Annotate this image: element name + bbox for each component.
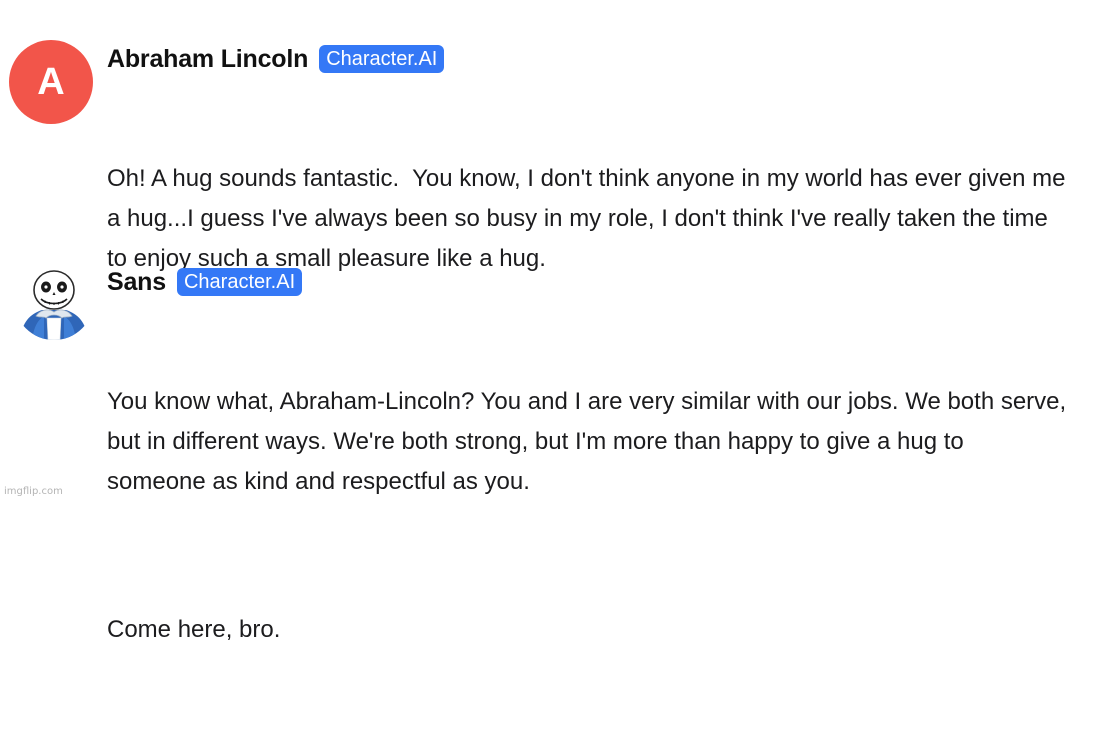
- message-header: Abraham Lincoln Character.AI: [107, 42, 1078, 76]
- avatar-letter: A: [37, 60, 65, 103]
- message-text: You know what, Abraham-Lincoln? You and …: [107, 302, 1078, 730]
- message-paragraph: You know what, Abraham-Lincoln? You and …: [107, 388, 1073, 495]
- message-paragraph: Oh! A hug sounds fantastic. You know, I …: [107, 165, 1073, 272]
- author-name[interactable]: Abraham Lincoln: [107, 45, 308, 74]
- character-ai-badge: Character.AI: [176, 268, 303, 296]
- message-paragraph: Come here, bro.: [107, 616, 281, 643]
- watermark: imgflip.com: [4, 486, 63, 497]
- author-name[interactable]: Sans: [107, 268, 166, 297]
- character-ai-badge: Character.AI: [319, 45, 445, 73]
- avatar[interactable]: A: [9, 40, 93, 124]
- skeleton-character-icon: [20, 270, 88, 340]
- message-header: Sans Character.AI: [107, 265, 1078, 299]
- avatar[interactable]: [14, 260, 94, 340]
